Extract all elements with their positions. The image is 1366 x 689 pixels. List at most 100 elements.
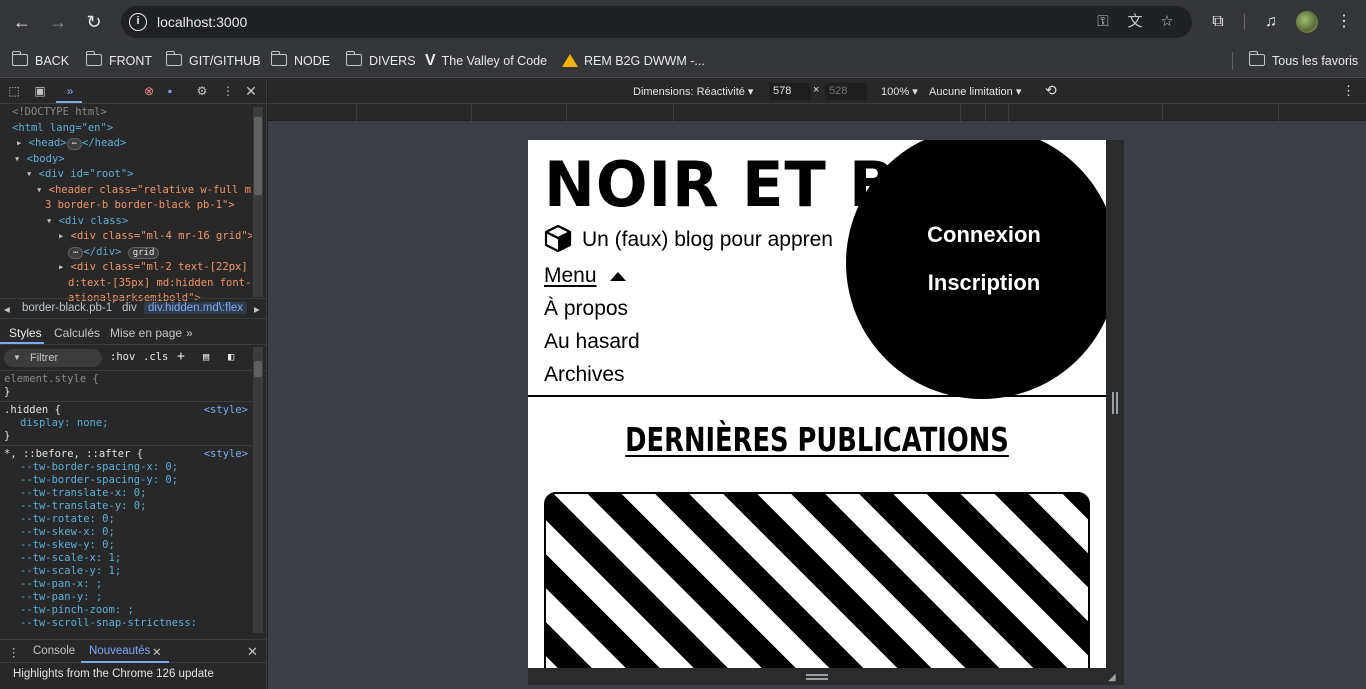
login-link[interactable]: Connexion bbox=[894, 222, 1074, 248]
hov-toggle[interactable]: :hov bbox=[110, 351, 135, 363]
doctype-node[interactable]: <!DOCTYPE html> bbox=[12, 106, 107, 118]
root-node[interactable]: <div id="root"> bbox=[39, 168, 134, 180]
tab-layout[interactable]: Mise en page bbox=[110, 326, 182, 340]
nav-about[interactable]: À propos bbox=[544, 297, 628, 321]
extensions-icon[interactable]: ⧉ bbox=[1206, 10, 1230, 34]
translate-icon[interactable]: 文 bbox=[1126, 13, 1144, 31]
menu-icon[interactable]: ⋮ bbox=[1332, 10, 1356, 34]
declaration[interactable]: --tw-scroll-snap-strictness: bbox=[4, 617, 248, 630]
url-text[interactable]: localhost:3000 bbox=[157, 14, 247, 30]
declaration[interactable]: --tw-scale-y: 1; bbox=[4, 565, 248, 578]
universal-rule[interactable]: *, ::before, ::after { <style> --tw-bord… bbox=[0, 446, 252, 632]
tree-scrollbar[interactable] bbox=[253, 107, 263, 297]
post-card-image[interactable] bbox=[544, 492, 1090, 668]
declaration[interactable]: --tw-rotate: 0; bbox=[4, 513, 248, 526]
declaration[interactable]: --tw-scale-x: 1; bbox=[4, 552, 248, 565]
hidden-rule[interactable]: .hidden { <style> display: none; } bbox=[0, 402, 252, 446]
crumb-right-arrow-icon[interactable]: ▸ bbox=[254, 302, 260, 316]
cls-toggle[interactable]: .cls bbox=[143, 351, 168, 363]
crumb-item-active[interactable]: div.hidden.md\:flex bbox=[144, 302, 248, 314]
crumb-left-arrow-icon[interactable]: ◂ bbox=[4, 302, 10, 316]
declaration[interactable]: --tw-pinch-zoom: ; bbox=[4, 604, 248, 617]
grid-div-node[interactable]: <div class="ml-4 mr-16 grid"> bbox=[71, 230, 252, 242]
device-toggle-icon[interactable]: ▣ bbox=[32, 83, 48, 99]
div-class-node[interactable]: <div class> bbox=[59, 215, 129, 227]
hidden-div-node[interactable]: <div class="ml-2 text-[22px] m bbox=[71, 261, 252, 273]
body-node[interactable]: <body> bbox=[27, 153, 65, 165]
height-input[interactable]: 528 bbox=[825, 83, 867, 100]
close-drawer-icon[interactable]: ✕ bbox=[247, 644, 258, 660]
declaration[interactable]: --tw-border-spacing-x: 0; bbox=[4, 461, 248, 474]
paint-icon[interactable]: ▤ bbox=[203, 351, 209, 363]
bookmark-rem[interactable]: REM B2G DWWM -... bbox=[562, 52, 705, 70]
tab-console[interactable]: Console bbox=[33, 645, 75, 657]
styles-scrollbar[interactable] bbox=[253, 347, 263, 633]
media-icon[interactable]: ♫ bbox=[1259, 10, 1283, 34]
declaration[interactable]: --tw-pan-y: ; bbox=[4, 591, 248, 604]
ellipsis-badge[interactable]: ⋯ bbox=[66, 138, 83, 150]
kebab-icon[interactable]: ⋮ bbox=[220, 83, 236, 99]
drawer-menu-icon[interactable]: ⋮ bbox=[8, 645, 20, 659]
throttle-dropdown[interactable]: Aucune limitation ▾ bbox=[929, 85, 1021, 98]
declaration[interactable]: --tw-skew-x: 0; bbox=[4, 526, 248, 539]
zoom-dropdown[interactable]: 100% ▾ bbox=[881, 85, 918, 98]
bookmark-front[interactable]: FRONT bbox=[85, 51, 152, 70]
bookmark-back[interactable]: BACK bbox=[11, 51, 69, 70]
ellipsis-badge[interactable]: ⋯ bbox=[68, 246, 84, 259]
resize-handle-bottom[interactable]: ◢ bbox=[528, 668, 1124, 685]
inspect-icon[interactable]: ⬚ bbox=[6, 83, 22, 99]
key-icon[interactable]: ⚿ bbox=[1094, 13, 1112, 31]
bookmark-git[interactable]: GIT/GITHUB bbox=[165, 51, 261, 70]
crumb-item[interactable]: div bbox=[122, 302, 137, 314]
close-icon[interactable]: ✕ bbox=[243, 83, 259, 99]
grid-badge[interactable]: grid bbox=[127, 246, 160, 259]
menu-toggle[interactable]: Menu bbox=[544, 264, 597, 288]
caret-up-icon[interactable] bbox=[610, 272, 626, 281]
tree-scroll-thumb[interactable] bbox=[254, 117, 262, 195]
error-icon[interactable]: ⊗ bbox=[141, 83, 157, 99]
add-rule-icon[interactable]: + bbox=[177, 349, 185, 364]
back-icon[interactable]: ← bbox=[10, 10, 34, 34]
declaration[interactable]: --tw-translate-y: 0; bbox=[4, 500, 248, 513]
profile-avatar[interactable] bbox=[1296, 11, 1318, 33]
declaration[interactable]: --tw-pan-x: ; bbox=[4, 578, 248, 591]
device-menu-icon[interactable]: ⋮ bbox=[1342, 83, 1355, 99]
dimensions-dropdown[interactable]: Dimensions: Réactivité ▾ bbox=[633, 85, 753, 98]
width-input[interactable]: 578 bbox=[769, 83, 811, 100]
resize-handle-right[interactable] bbox=[1106, 140, 1124, 668]
settings-icon[interactable]: ⚙ bbox=[194, 83, 210, 99]
declaration[interactable]: --tw-border-spacing-y: 0; bbox=[4, 474, 248, 487]
star-icon[interactable]: ☆ bbox=[1158, 13, 1176, 31]
rule-source-link[interactable]: <style> bbox=[204, 404, 248, 417]
resize-corner-icon[interactable]: ◢ bbox=[1108, 672, 1116, 683]
more-tabs-icon[interactable]: » bbox=[186, 326, 193, 340]
more-panels-icon[interactable]: » bbox=[62, 83, 78, 99]
tab-whats-new[interactable]: Nouveautés bbox=[89, 645, 150, 657]
header-node[interactable]: <header class="relative w-full mt- bbox=[49, 184, 252, 196]
rule-source-link[interactable]: <style> bbox=[204, 448, 248, 461]
message-icon[interactable]: ▪ bbox=[162, 83, 178, 99]
tab-computed[interactable]: Calculés bbox=[54, 326, 100, 340]
site-info-icon[interactable]: i bbox=[129, 13, 147, 31]
html-node[interactable]: <html lang="en"> bbox=[12, 122, 113, 134]
declaration[interactable]: display: none; bbox=[4, 417, 248, 430]
close-tab-icon[interactable]: ✕ bbox=[152, 645, 162, 659]
forward-icon[interactable]: → bbox=[46, 10, 70, 34]
filter-input[interactable]: Filtrer bbox=[4, 349, 102, 367]
crumb-item[interactable]: border-black.pb-1 bbox=[22, 302, 112, 314]
address-bar[interactable]: i localhost:3000 ⚿ 文 ☆ bbox=[121, 6, 1192, 38]
tab-styles[interactable]: Styles bbox=[9, 326, 42, 340]
bookmark-node[interactable]: NODE bbox=[270, 51, 330, 70]
bookmark-valley-of-code[interactable]: V The Valley of Code bbox=[425, 52, 547, 70]
media-query-ruler[interactable] bbox=[268, 104, 1366, 121]
reload-icon[interactable]: ↻ bbox=[82, 10, 106, 34]
bookmark-divers[interactable]: DIVERS bbox=[345, 51, 416, 70]
head-node[interactable]: <head> bbox=[29, 137, 67, 149]
signup-link[interactable]: Inscription bbox=[894, 270, 1074, 296]
bookmark-all[interactable]: Tous les favoris bbox=[1248, 51, 1358, 70]
styles-scroll-thumb[interactable] bbox=[254, 361, 262, 377]
element-style-rule[interactable]: element.style { } bbox=[0, 371, 252, 402]
nav-random[interactable]: Au hasard bbox=[544, 330, 640, 354]
rotate-icon[interactable]: ⟲ bbox=[1045, 82, 1057, 99]
sidebar-toggle-icon[interactable]: ◧ bbox=[228, 351, 234, 363]
